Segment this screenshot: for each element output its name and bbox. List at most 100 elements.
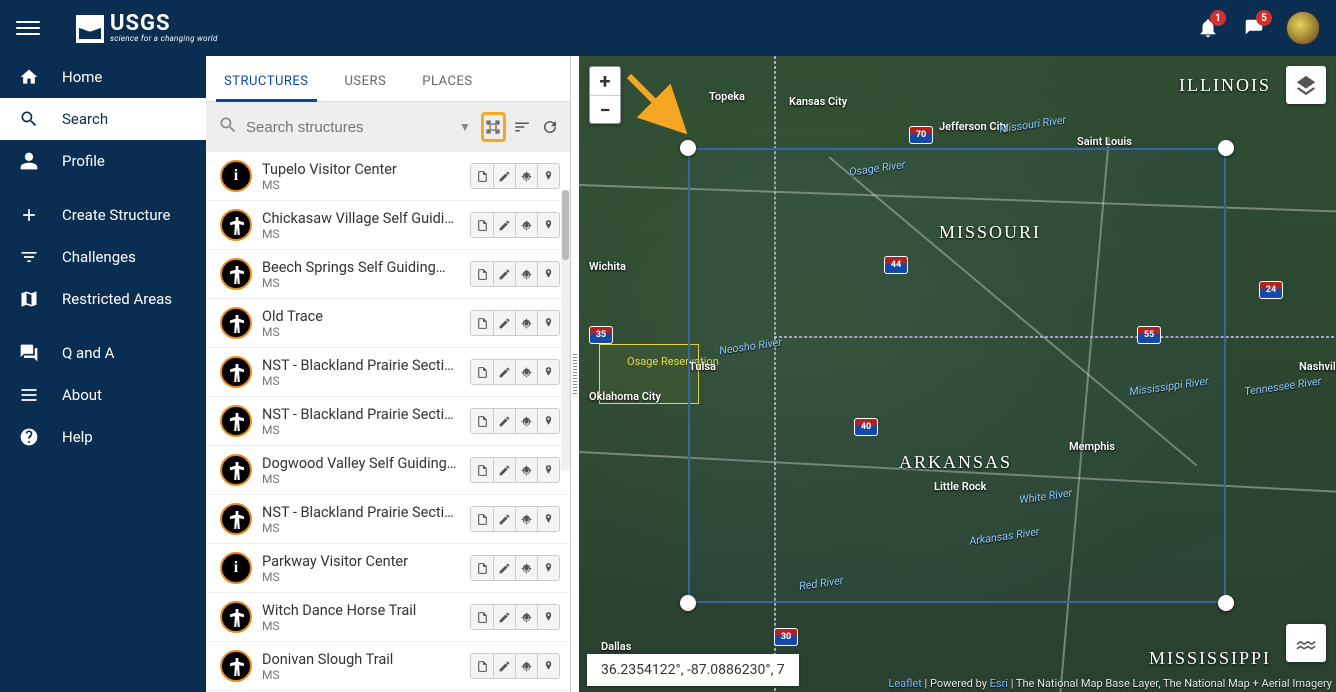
sidebar-item-home[interactable]: Home	[0, 56, 206, 98]
result-type-icon	[220, 258, 252, 290]
search-filter-dropdown[interactable]: ▼	[453, 120, 477, 134]
result-pin-button[interactable]	[537, 409, 559, 433]
result-pin-button[interactable]	[537, 556, 559, 580]
coordinate-readout: 36.2354122°, -87.0886230°, 7	[587, 654, 799, 686]
sidebar-item-help[interactable]: Help	[0, 416, 206, 458]
result-row[interactable]: Parkway Visitor CenterMS	[206, 544, 570, 593]
result-locate-button[interactable]	[515, 409, 537, 433]
result-details-button[interactable]	[471, 458, 493, 482]
result-details-button[interactable]	[471, 311, 493, 335]
map-legend-button[interactable]	[1286, 624, 1326, 662]
result-edit-button[interactable]	[493, 507, 515, 531]
result-details-button[interactable]	[471, 164, 493, 188]
result-edit-button[interactable]	[493, 605, 515, 629]
layers-icon	[1295, 74, 1317, 96]
search-input[interactable]	[246, 119, 445, 136]
result-details-button[interactable]	[471, 556, 493, 580]
result-pin-button[interactable]	[537, 458, 559, 482]
sidebar-item-search[interactable]: Search	[0, 98, 206, 140]
result-row[interactable]: Old TraceMS	[206, 299, 570, 348]
result-details-button[interactable]	[471, 213, 493, 237]
esri-link[interactable]: Esri	[990, 677, 1008, 690]
selection-handle-ne[interactable]	[1218, 140, 1234, 156]
usgs-logo[interactable]: USGS science for a changing world	[76, 13, 218, 43]
result-pin-button[interactable]	[537, 654, 559, 678]
sidebar-item-q-and-a[interactable]: Q and A	[0, 332, 206, 374]
result-edit-button[interactable]	[493, 213, 515, 237]
results-list[interactable]: Tupelo Visitor CenterMSChickasaw Village…	[206, 152, 570, 692]
result-details-button[interactable]	[471, 605, 493, 629]
result-row[interactable]: Witch Dance Horse TrailMS	[206, 593, 570, 642]
panel-splitter[interactable]	[571, 56, 579, 692]
tab-places[interactable]: PLACES	[404, 60, 490, 101]
leaflet-link[interactable]: Leaflet	[888, 677, 921, 690]
result-row[interactable]: NST - Blackland Prairie Secti…MS	[206, 348, 570, 397]
result-title: Donivan Slough Trail	[262, 651, 460, 668]
result-row[interactable]: NST - Blackland Prairie Secti…MS	[206, 495, 570, 544]
zoom-out-button[interactable]: −	[590, 95, 620, 123]
result-locate-button[interactable]	[515, 262, 537, 286]
notifications-button[interactable]: 1	[1194, 14, 1222, 42]
result-pin-button[interactable]	[537, 311, 559, 335]
sidebar-item-profile[interactable]: Profile	[0, 140, 206, 182]
tab-users[interactable]: USERS	[327, 60, 405, 101]
result-subtitle: MS	[262, 423, 460, 437]
result-edit-button[interactable]	[493, 360, 515, 384]
refresh-button[interactable]	[538, 112, 562, 142]
result-details-button[interactable]	[471, 654, 493, 678]
result-edit-button[interactable]	[493, 556, 515, 580]
result-edit-button[interactable]	[493, 311, 515, 335]
result-row[interactable]: NST - Blackland Prairie Secti…MS	[206, 397, 570, 446]
sidebar-item-create-structure[interactable]: Create Structure	[0, 194, 206, 236]
result-details-button[interactable]	[471, 409, 493, 433]
bounding-box-filter-button[interactable]	[481, 112, 506, 142]
result-locate-button[interactable]	[515, 164, 537, 188]
sort-button[interactable]	[510, 112, 534, 142]
inbox-button[interactable]: 5	[1240, 14, 1268, 42]
result-row[interactable]: Donivan Slough TrailMS	[206, 642, 570, 691]
result-pin-button[interactable]	[537, 262, 559, 286]
zoom-in-button[interactable]: +	[590, 67, 620, 95]
result-pin-button[interactable]	[537, 213, 559, 237]
result-locate-button[interactable]	[515, 360, 537, 384]
result-locate-button[interactable]	[515, 654, 537, 678]
scrollbar[interactable]	[561, 190, 570, 470]
selection-handle-se[interactable]	[1218, 595, 1234, 611]
result-locate-button[interactable]	[515, 213, 537, 237]
result-edit-button[interactable]	[493, 164, 515, 188]
result-locate-button[interactable]	[515, 507, 537, 531]
result-locate-button[interactable]	[515, 556, 537, 580]
result-pin-button[interactable]	[537, 360, 559, 384]
sidebar-item-restricted-areas[interactable]: Restricted Areas	[0, 278, 206, 320]
result-row[interactable]: Tupelo Visitor CenterMS	[206, 152, 570, 201]
result-row[interactable]: Chickasaw Village Self Guidi…MS	[206, 201, 570, 250]
result-title: Tupelo Visitor Center	[262, 161, 460, 178]
layers-button[interactable]	[1286, 66, 1326, 104]
sidebar-item-challenges[interactable]: Challenges	[0, 236, 206, 278]
result-details-button[interactable]	[471, 507, 493, 531]
tab-structures[interactable]: STRUCTURES	[206, 60, 327, 101]
result-locate-button[interactable]	[515, 458, 537, 482]
user-avatar[interactable]	[1286, 11, 1320, 45]
selection-handle-sw[interactable]	[680, 595, 696, 611]
menu-toggle-button[interactable]	[16, 16, 40, 40]
result-pin-button[interactable]	[537, 605, 559, 629]
result-details-button[interactable]	[471, 360, 493, 384]
result-pin-button[interactable]	[537, 164, 559, 188]
sidebar-item-about[interactable]: About	[0, 374, 206, 416]
result-details-button[interactable]	[471, 262, 493, 286]
result-pin-button[interactable]	[537, 507, 559, 531]
result-locate-button[interactable]	[515, 311, 537, 335]
result-locate-button[interactable]	[515, 605, 537, 629]
map-selection-box[interactable]	[688, 148, 1226, 603]
result-edit-button[interactable]	[493, 262, 515, 286]
result-edit-button[interactable]	[493, 654, 515, 678]
result-row[interactable]: Beech Springs Self Guiding…MS	[206, 250, 570, 299]
result-subtitle: MS	[262, 325, 460, 339]
selection-handle-nw[interactable]	[680, 140, 696, 156]
result-edit-button[interactable]	[493, 409, 515, 433]
map-viewport[interactable]: Osage Reservation + − 36.2354122°, -87.0…	[579, 56, 1336, 692]
result-actions	[470, 310, 560, 336]
result-edit-button[interactable]	[493, 458, 515, 482]
result-row[interactable]: Dogwood Valley Self Guiding…MS	[206, 446, 570, 495]
